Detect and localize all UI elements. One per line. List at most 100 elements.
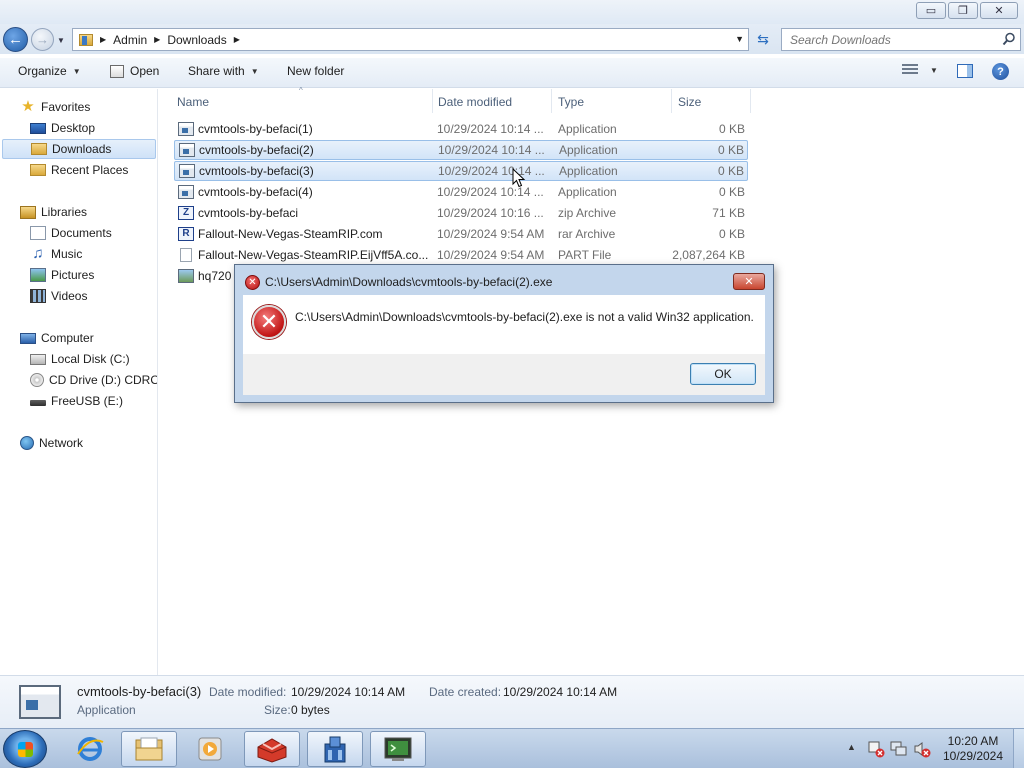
nav-network[interactable]: Network <box>20 433 83 453</box>
open-button[interactable]: Open <box>110 64 159 78</box>
column-divider[interactable] <box>671 89 672 113</box>
close-button[interactable]: ✕ <box>980 2 1018 19</box>
internet-explorer-icon[interactable] <box>62 731 118 767</box>
file-row[interactable]: cvmtools-by-befaci(2) 10/29/2024 10:14 .… <box>174 140 748 160</box>
nav-pictures[interactable]: Pictures <box>30 265 94 285</box>
dialog-title: C:\Users\Admin\Downloads\cvmtools-by-bef… <box>265 275 553 289</box>
file-name: cvmtools-by-befaci(1) <box>198 122 313 136</box>
address-dropdown-icon[interactable]: ▼ <box>735 34 744 44</box>
window-titlebar: ▭ ❐ ✕ <box>0 0 1024 24</box>
nav-libraries[interactable]: Libraries <box>20 202 87 222</box>
minimize-button[interactable]: ▭ <box>916 2 946 19</box>
nav-label: Local Disk (C:) <box>51 352 130 366</box>
windows-explorer-icon[interactable] <box>121 731 177 767</box>
breadcrumb-admin[interactable]: Admin <box>113 33 147 47</box>
error-dialog: ✕ C:\Users\Admin\Downloads\cvmtools-by-b… <box>234 264 774 403</box>
recent-places-icon <box>30 164 46 176</box>
search-box[interactable] <box>781 28 1021 51</box>
file-row[interactable]: Fallout-New-Vegas-SteamRIP.EijVff5A.co..… <box>174 245 748 265</box>
nav-videos[interactable]: Videos <box>30 286 87 306</box>
nav-downloads[interactable]: Downloads <box>2 139 156 159</box>
file-row[interactable]: cvmtools-by-befaci(1) 10/29/2024 10:14 .… <box>174 119 748 139</box>
details-size-label: Size: <box>264 703 291 717</box>
nav-desktop[interactable]: Desktop <box>30 118 95 138</box>
network-status-icon[interactable] <box>890 740 908 758</box>
nav-label: Network <box>39 436 84 450</box>
change-view-button[interactable]: ▼ <box>902 64 938 76</box>
recent-pages-dropdown[interactable]: ▼ <box>57 36 65 45</box>
red-box-app-icon[interactable] <box>244 731 300 767</box>
dialog-footer: OK <box>243 354 765 395</box>
hard-disk-icon <box>30 353 46 365</box>
ok-button[interactable]: OK <box>690 363 756 385</box>
nav-music[interactable]: ♫ Music <box>30 244 82 264</box>
nav-local-disk[interactable]: Local Disk (C:) <box>30 349 130 369</box>
address-bar[interactable]: ▶ Admin ▶ Downloads ▶ ▼ <box>72 28 749 51</box>
sort-ascending-icon: ^ <box>299 86 303 95</box>
nav-cd-drive[interactable]: CD Drive (D:) CDROM <box>30 370 157 390</box>
show-hidden-icons-icon[interactable]: ▲ <box>847 742 856 752</box>
preview-pane-button[interactable] <box>957 64 973 78</box>
file-name: cvmtools-by-befaci <box>198 206 299 220</box>
details-date-created: 10/29/2024 10:14 AM <box>503 685 618 699</box>
nav-freeusb[interactable]: FreeUSB (E:) <box>30 391 123 411</box>
details-date-modified: 10/29/2024 10:14 AM <box>291 685 406 699</box>
breadcrumb-separator-icon[interactable]: ▶ <box>100 35 106 44</box>
address-row: ← → ▼ ▶ Admin ▶ Downloads ▶ ▼ ⇆ <box>0 24 1024 54</box>
desktop-icon <box>30 122 46 134</box>
column-header-size[interactable]: Size <box>678 93 701 111</box>
details-pane: cvmtools-by-befaci(3) Application Date m… <box>0 675 1024 728</box>
file-name: cvmtools-by-befaci(3) <box>199 164 314 178</box>
window-controls: ▭ ❐ ✕ <box>916 2 1018 19</box>
breadcrumb-separator-icon[interactable]: ▶ <box>234 35 240 44</box>
action-center-icon[interactable] <box>867 740 885 758</box>
column-divider[interactable] <box>432 89 433 113</box>
start-button[interactable] <box>3 730 47 768</box>
refresh-button[interactable]: ⇆ <box>752 28 774 51</box>
application-icon <box>179 143 195 157</box>
nav-label: Pictures <box>51 268 95 282</box>
documents-icon <box>30 226 46 240</box>
back-button[interactable]: ← <box>3 27 28 52</box>
search-input[interactable] <box>790 32 990 47</box>
nav-recent-places[interactable]: Recent Places <box>30 160 128 180</box>
column-header-name[interactable]: Name <box>177 93 209 111</box>
terminal-app-icon[interactable] <box>370 731 426 767</box>
zip-archive-icon: Z <box>178 206 194 220</box>
forward-button[interactable]: → <box>31 28 54 51</box>
search-icon[interactable] <box>1002 32 1016 46</box>
file-row[interactable]: cvmtools-by-befaci(4) 10/29/2024 10:14 .… <box>174 182 748 202</box>
application-icon <box>178 122 194 136</box>
nav-computer[interactable]: Computer <box>20 328 94 348</box>
file-row[interactable]: Z cvmtools-by-befaci 10/29/2024 10:16 ..… <box>174 203 748 223</box>
show-desktop-button[interactable] <box>1013 729 1024 768</box>
breadcrumb-separator-icon[interactable]: ▶ <box>154 35 160 44</box>
column-divider[interactable] <box>750 89 751 113</box>
nav-favorites[interactable]: ★ Favorites <box>20 97 90 117</box>
file-date: 10/29/2024 9:54 AM <box>437 227 545 241</box>
navigation-pane: ★ Favorites Desktop Downloads Recent Pla… <box>0 89 158 675</box>
application-icon <box>178 185 194 199</box>
file-row[interactable]: R Fallout-New-Vegas-SteamRIP.com 10/29/2… <box>174 224 748 244</box>
new-folder-button[interactable]: New folder <box>287 64 344 78</box>
nav-documents[interactable]: Documents <box>30 223 112 243</box>
column-header-date-modified[interactable]: Date modified <box>438 93 512 111</box>
column-divider[interactable] <box>551 89 552 113</box>
system-clock[interactable]: 10:20 AM 10/29/2024 <box>941 734 1005 764</box>
file-date: 10/29/2024 10:14 ... <box>438 164 545 178</box>
dialog-close-button[interactable]: ✕ <box>733 273 765 290</box>
error-small-icon: ✕ <box>245 275 260 290</box>
help-button[interactable]: ? <box>992 63 1009 80</box>
breadcrumb-downloads[interactable]: Downloads <box>167 33 226 47</box>
blue-app-icon[interactable] <box>307 731 363 767</box>
file-row[interactable]: cvmtools-by-befaci(3) 10/29/2024 10:14 .… <box>174 161 748 181</box>
maximize-button[interactable]: ❐ <box>948 2 978 19</box>
media-player-icon[interactable] <box>182 731 238 767</box>
organize-button[interactable]: Organize ▼ <box>18 64 81 78</box>
file-name: Fallout-New-Vegas-SteamRIP.com <box>198 227 383 241</box>
usb-drive-icon <box>30 400 46 406</box>
dialog-message: C:\Users\Admin\Downloads\cvmtools-by-bef… <box>295 310 754 324</box>
volume-muted-icon[interactable] <box>913 740 931 758</box>
share-with-button[interactable]: Share with ▼ <box>188 64 259 78</box>
column-header-type[interactable]: Type <box>558 93 584 111</box>
